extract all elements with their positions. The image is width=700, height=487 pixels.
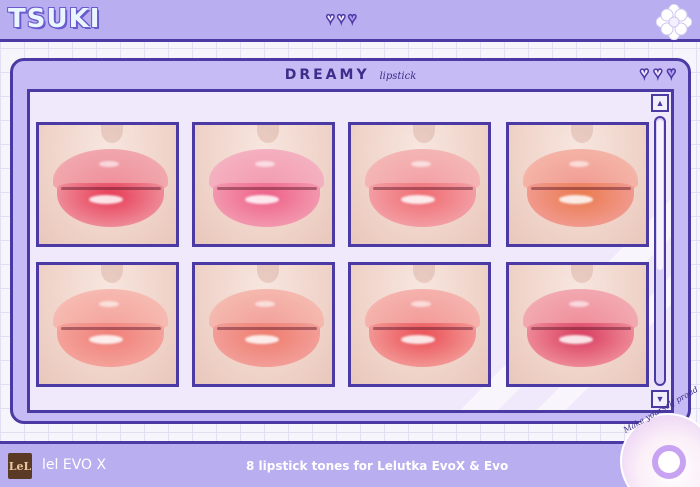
scroll-thumb[interactable] [657, 120, 663, 270]
heart-icon[interactable]: ♥ [639, 65, 650, 83]
bottom-bar: LeL lel EVO X 8 lipstick tones for Lelut… [0, 441, 700, 487]
lip-gloss-highlight [569, 161, 589, 167]
lip-seam [373, 187, 473, 190]
product-caption: 8 lipstick tones for Lelutka EvoX & Evo [246, 459, 509, 473]
scroll-up-button[interactable]: ▲ [651, 94, 669, 112]
window-title: DREAMY lipstick [13, 67, 688, 83]
lip-gloss-highlight [411, 301, 431, 307]
lip-gloss-highlight [559, 335, 593, 344]
lip-gloss-highlight [255, 301, 275, 307]
lelutka-label: lel EVO X [42, 457, 107, 473]
scrollbar[interactable]: ▲ ▼ [651, 94, 669, 408]
heart-icon: ♥ [325, 10, 335, 27]
scroll-track[interactable] [654, 116, 666, 386]
lip-seam [373, 327, 473, 330]
flower-icon[interactable] [656, 4, 692, 40]
top-bar: TSUKI ♥ ♥ ♥ [0, 0, 700, 42]
lip-gloss-highlight [89, 195, 123, 204]
lip-gloss-highlight [255, 161, 275, 167]
lip-gloss-highlight [245, 195, 279, 204]
lipstick-swatch-1[interactable] [36, 122, 179, 247]
lip-gloss-highlight [99, 301, 119, 307]
lipstick-swatch-3[interactable] [348, 122, 491, 247]
heart-icon: ♥ [336, 10, 346, 27]
lipstick-swatch-6[interactable] [192, 262, 335, 387]
lipstick-swatch-5[interactable] [36, 262, 179, 387]
lip-seam [531, 187, 631, 190]
lip-gloss-highlight [411, 161, 431, 167]
window-hearts: ♥ ♥ ♥ [639, 65, 677, 83]
window-title-text: DREAMY [284, 67, 370, 83]
heart-icon: ♥ [347, 10, 357, 27]
lip-seam [531, 327, 631, 330]
lipstick-swatch-8[interactable] [506, 262, 649, 387]
window-subtitle: lipstick [379, 71, 417, 82]
lip-gloss-highlight [559, 195, 593, 204]
lip-seam [61, 187, 161, 190]
lipstick-swatch-2[interactable] [192, 122, 335, 247]
lip-gloss-highlight [99, 161, 119, 167]
lip-gloss-highlight [89, 335, 123, 344]
lelutka-logo: LeL [8, 453, 32, 479]
hearts-top: ♥ ♥ ♥ [325, 10, 357, 27]
lipstick-swatch-7[interactable] [348, 262, 491, 387]
lip-seam [217, 187, 317, 190]
main-window: DREAMY lipstick ♥ ♥ ♥ ▲ ▼ [10, 58, 691, 424]
lipstick-swatch-4[interactable] [506, 122, 649, 247]
brand-logo: TSUKI [8, 4, 101, 34]
cd-ring [652, 445, 686, 479]
lip-gloss-highlight [401, 195, 435, 204]
heart-icon[interactable]: ♥ [666, 65, 677, 83]
lip-gloss-highlight [245, 335, 279, 344]
content-panel: ▲ ▼ [27, 89, 674, 413]
lip-gloss-highlight [569, 301, 589, 307]
lip-gloss-highlight [401, 335, 435, 344]
heart-icon[interactable]: ♥ [652, 65, 663, 83]
lip-seam [61, 327, 161, 330]
lip-seam [217, 327, 317, 330]
